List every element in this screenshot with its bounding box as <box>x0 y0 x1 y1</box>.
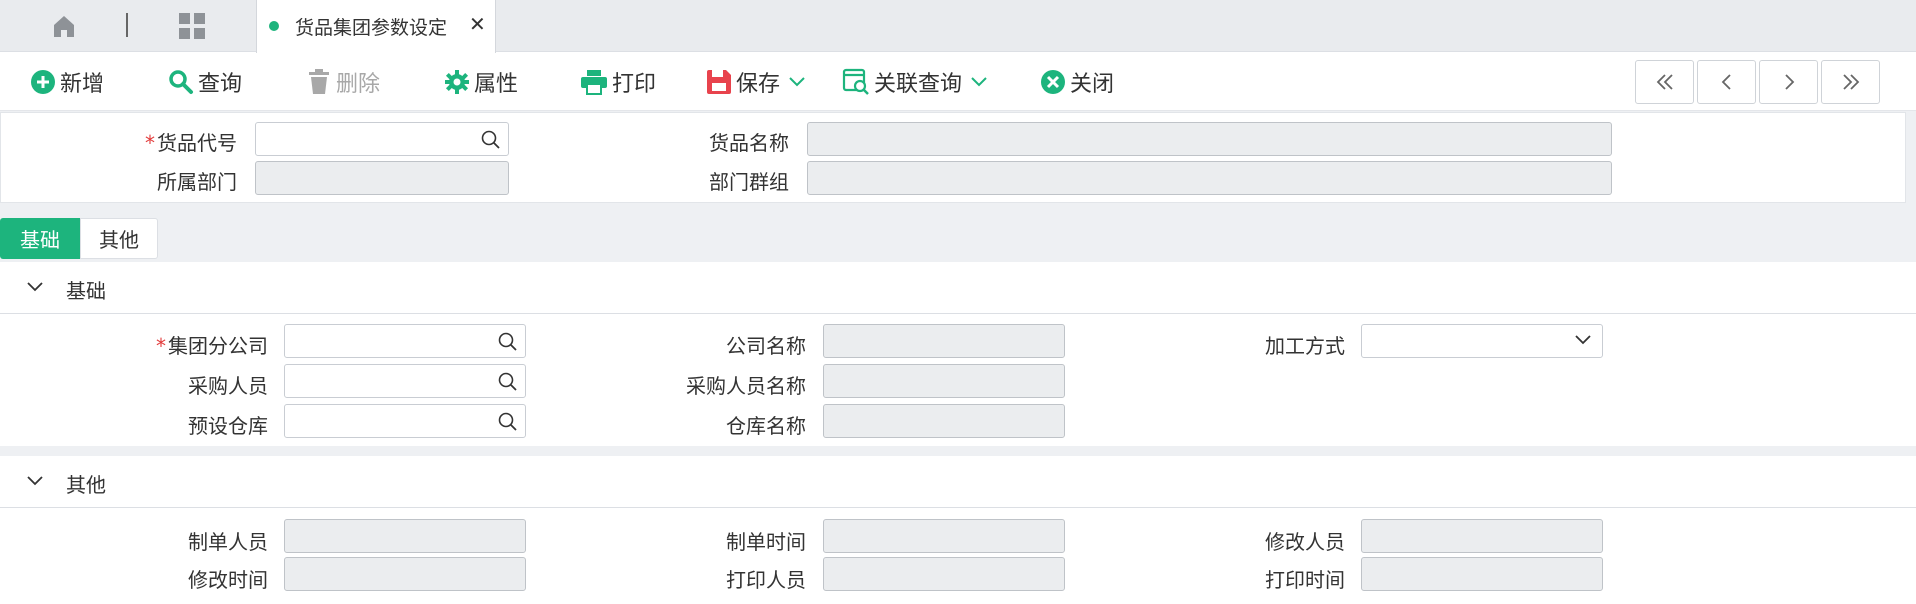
close-button[interactable]: 关闭 <box>1040 65 1114 99</box>
modifier-field <box>1361 519 1603 553</box>
tab-label: 货品集团参数设定 <box>295 17 448 39</box>
group-branch-input[interactable] <box>284 324 526 358</box>
double-chevron-left-icon <box>1656 74 1673 90</box>
tab-goods-group-params[interactable]: 货品集团参数设定 ✕ <box>256 0 496 53</box>
printer-label: 打印人员 <box>726 568 806 592</box>
chevron-down-icon[interactable] <box>970 76 988 88</box>
tab-bar: 货品集团参数设定 ✕ <box>0 0 1916 53</box>
double-chevron-right-icon <box>1842 74 1859 90</box>
print-time-field <box>1361 557 1603 591</box>
other-section-title: 其他 <box>66 473 106 497</box>
department-field <box>255 161 509 195</box>
properties-label: 属性 <box>474 72 519 97</box>
chevron-down-icon[interactable] <box>788 76 806 88</box>
creator-field <box>284 519 526 553</box>
search-icon[interactable] <box>497 411 519 433</box>
company-name-label: 公司名称 <box>726 334 806 358</box>
close-label: 关闭 <box>1070 72 1115 97</box>
gear-icon <box>445 70 469 94</box>
chevron-right-icon <box>1784 74 1794 90</box>
related-query-label: 关联查询 <box>874 72 963 97</box>
buyer-label: 采购人员 <box>188 374 268 398</box>
chevron-left-icon <box>1721 74 1731 90</box>
default-warehouse-input[interactable] <box>284 404 526 438</box>
trash-icon <box>309 69 329 94</box>
modifier-label: 修改人员 <box>1265 530 1345 554</box>
last-record-button[interactable] <box>1821 60 1880 104</box>
search-icon <box>169 70 193 94</box>
properties-button[interactable]: 属性 <box>444 65 518 99</box>
buyer-name-field <box>823 364 1065 398</box>
basic-section: 基础 * 集团分公司 公司名称 加工方式 采购人员 采购人员名称 预设仓库 仓库名… <box>0 262 1916 446</box>
search-icon[interactable] <box>497 371 519 393</box>
next-record-button[interactable] <box>1759 60 1818 104</box>
tab-separator <box>126 13 128 37</box>
goods-code-label: * 货品代号 <box>145 131 237 155</box>
tab-basic[interactable]: 基础 <box>0 218 80 259</box>
delete-button[interactable]: 删除 <box>306 65 380 99</box>
company-name-field <box>823 324 1065 358</box>
header-form: * 货品代号 货品名称 所属部门 部门群组 <box>0 112 1906 203</box>
printer-field <box>823 557 1065 591</box>
dept-group-field <box>807 161 1612 195</box>
floppy-disk-icon <box>707 70 731 94</box>
other-section: 其他 制单人员 制单时间 修改人员 修改时间 打印人员 打印时间 <box>0 456 1916 604</box>
query-label: 查询 <box>198 72 243 97</box>
add-label: 新增 <box>60 72 105 97</box>
department-label: 所属部门 <box>157 170 237 194</box>
goods-code-input[interactable] <box>255 122 509 156</box>
print-button[interactable]: 打印 <box>580 65 656 99</box>
query-button[interactable]: 查询 <box>168 65 242 99</box>
goods-name-field <box>807 122 1612 156</box>
create-time-label: 制单时间 <box>726 530 806 554</box>
chevron-down-icon[interactable] <box>26 280 44 294</box>
window-search-icon <box>842 68 869 95</box>
basic-section-title: 基础 <box>66 279 106 303</box>
printer-icon <box>581 70 607 95</box>
search-icon[interactable] <box>480 129 502 151</box>
process-method-select[interactable] <box>1361 324 1603 358</box>
plus-circle-icon <box>31 70 55 94</box>
home-icon[interactable] <box>50 12 78 40</box>
modify-time-field <box>284 557 526 591</box>
first-record-button[interactable] <box>1635 60 1694 104</box>
dept-group-label: 部门群组 <box>709 170 789 194</box>
save-label: 保存 <box>736 72 781 97</box>
goods-name-label: 货品名称 <box>709 131 789 155</box>
print-time-label: 打印时间 <box>1265 568 1345 592</box>
buyer-input[interactable] <box>284 364 526 398</box>
warehouse-name-label: 仓库名称 <box>726 414 806 438</box>
active-dot-icon <box>269 21 279 31</box>
creator-label: 制单人员 <box>188 530 268 554</box>
chevron-down-icon[interactable] <box>26 474 44 488</box>
create-time-field <box>823 519 1065 553</box>
buyer-name-label: 采购人员名称 <box>686 374 806 398</box>
other-section-header[interactable]: 其他 <box>0 456 1916 508</box>
delete-label: 删除 <box>336 72 381 97</box>
search-icon[interactable] <box>497 331 519 353</box>
basic-section-header[interactable]: 基础 <box>0 262 1916 314</box>
close-circle-icon <box>1041 70 1065 94</box>
group-branch-label: * 集团分公司 <box>156 334 268 358</box>
tab-other[interactable]: 其他 <box>80 218 158 259</box>
save-button[interactable]: 保存 <box>706 65 810 99</box>
print-label: 打印 <box>612 72 657 97</box>
grid-icon[interactable] <box>178 12 206 40</box>
prev-record-button[interactable] <box>1697 60 1756 104</box>
add-button[interactable]: 新增 <box>30 65 104 99</box>
default-warehouse-label: 预设仓库 <box>188 414 268 438</box>
related-query-button[interactable]: 关联查询 <box>842 65 992 99</box>
toolbar: 新增 查询 删除 属性 打印 保存 关联查询 关闭 <box>0 53 1916 111</box>
process-method-label: 加工方式 <box>1265 334 1345 358</box>
warehouse-name-field <box>823 404 1065 438</box>
modify-time-label: 修改时间 <box>188 568 268 592</box>
tab-close-icon[interactable]: ✕ <box>469 12 486 36</box>
chevron-down-icon <box>1575 335 1591 345</box>
